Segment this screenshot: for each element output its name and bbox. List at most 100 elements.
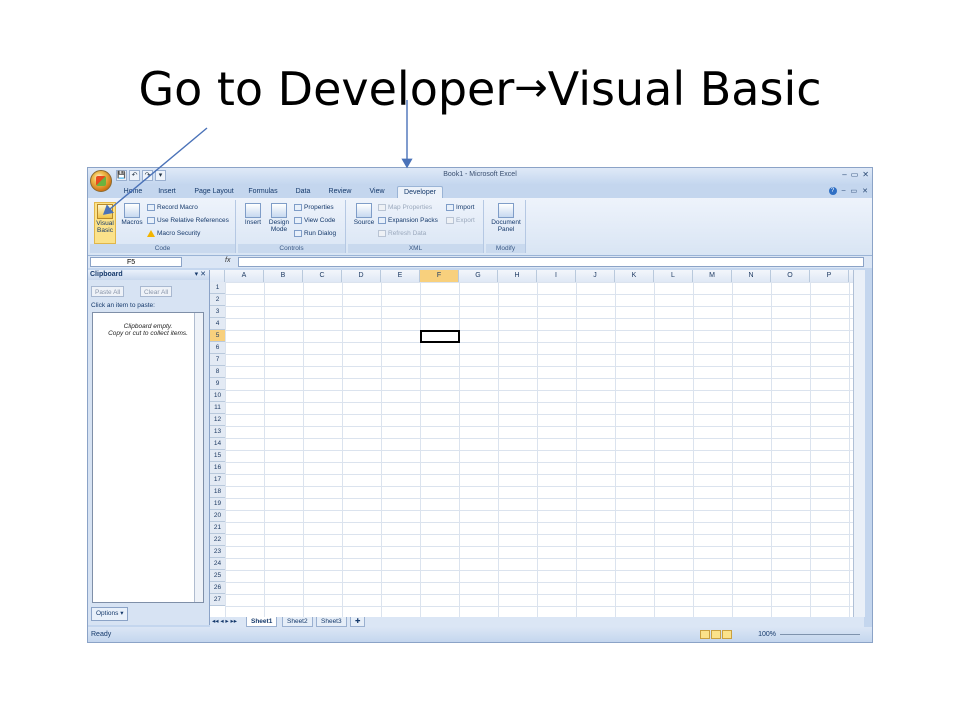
close-icon[interactable]: ✕ <box>862 170 869 179</box>
insert-control-button[interactable]: Insert <box>242 202 264 244</box>
column-header[interactable]: I <box>537 270 576 282</box>
column-header[interactable]: L <box>654 270 693 282</box>
tab-data[interactable]: Data <box>292 186 314 198</box>
expansion-packs-button[interactable]: Expansion Packs <box>378 216 438 226</box>
row-header[interactable]: 13 <box>210 426 225 438</box>
column-header[interactable]: B <box>264 270 303 282</box>
clipboard-items-list[interactable]: Clipboard empty. Copy or cut to collect … <box>92 312 204 603</box>
column-header[interactable]: N <box>732 270 771 282</box>
cell-area[interactable] <box>225 282 853 617</box>
row-header[interactable]: 21 <box>210 522 225 534</box>
redo-icon[interactable]: ↷ <box>142 170 153 181</box>
tab-home[interactable]: Home <box>120 186 146 198</box>
worksheet-grid[interactable]: ABCDEFGHIJKLMNOP 1 2 3 4 5 6 7 8 9 10 11 12 13 14 15 16… <box>210 270 853 617</box>
normal-view-icon[interactable] <box>700 630 710 639</box>
row-header[interactable]: 4 <box>210 318 225 330</box>
vertical-scrollbar[interactable] <box>853 270 865 617</box>
column-header[interactable]: H <box>498 270 537 282</box>
active-cell[interactable] <box>420 330 460 343</box>
document-panel-button[interactable]: Document Panel <box>489 202 523 244</box>
select-all-corner[interactable] <box>210 270 225 282</box>
doc-minimize-icon[interactable]: – <box>842 187 846 195</box>
row-header[interactable]: 14 <box>210 438 225 450</box>
tab-page-layout[interactable]: Page Layout <box>192 186 236 198</box>
clipboard-options-button[interactable]: Options ▾ <box>91 607 129 621</box>
fx-icon[interactable]: fx <box>225 257 230 264</box>
minimize-icon[interactable]: – <box>842 170 846 179</box>
formula-input[interactable] <box>238 257 864 267</box>
tab-review[interactable]: Review <box>326 186 354 198</box>
refresh-data-button[interactable]: Refresh Data <box>378 229 426 239</box>
paste-all-button[interactable]: Paste All <box>91 286 125 297</box>
help-icon[interactable]: ? <box>828 187 837 195</box>
view-buttons[interactable] <box>700 630 732 639</box>
clear-all-button[interactable]: Clear All <box>140 286 173 297</box>
row-header[interactable]: 25 <box>210 570 225 582</box>
map-properties-button[interactable]: Map Properties <box>378 203 432 213</box>
undo-icon[interactable]: ↶ <box>129 170 140 181</box>
office-button[interactable] <box>90 170 112 192</box>
column-header[interactable]: J <box>576 270 615 282</box>
row-header[interactable]: 12 <box>210 414 225 426</box>
row-header[interactable]: 2 <box>210 294 225 306</box>
row-header[interactable]: 23 <box>210 546 225 558</box>
row-header[interactable]: 11 <box>210 402 225 414</box>
column-header[interactable]: E <box>381 270 420 282</box>
row-header[interactable]: 24 <box>210 558 225 570</box>
row-header[interactable]: 27 <box>210 594 225 606</box>
insert-sheet-icon[interactable]: ✚ <box>350 617 366 627</box>
row-header[interactable]: 17 <box>210 474 225 486</box>
doc-restore-icon[interactable]: ▭ <box>851 187 858 195</box>
tab-formulas[interactable]: Formulas <box>246 186 280 198</box>
view-code-button[interactable]: View Code <box>294 216 335 226</box>
page-break-view-icon[interactable] <box>722 630 732 639</box>
column-header[interactable]: P <box>810 270 849 282</box>
source-button[interactable]: Source <box>351 202 377 244</box>
row-header[interactable]: 20 <box>210 510 225 522</box>
column-header[interactable]: G <box>459 270 498 282</box>
column-header[interactable]: K <box>615 270 654 282</box>
row-header[interactable]: 10 <box>210 390 225 402</box>
sheet-nav-icon[interactable]: ◂◂ ◂ ▸ ▸▸ <box>212 617 237 626</box>
row-header[interactable]: 5 <box>210 330 225 342</box>
row-header[interactable]: 19 <box>210 498 225 510</box>
column-header[interactable]: C <box>303 270 342 282</box>
macros-button[interactable]: Macros <box>120 202 144 244</box>
doc-close-icon[interactable]: ✕ <box>862 187 868 195</box>
column-header[interactable]: O <box>771 270 810 282</box>
row-header[interactable]: 16 <box>210 462 225 474</box>
import-button[interactable]: Import <box>446 203 474 213</box>
column-header[interactable]: D <box>342 270 381 282</box>
export-button[interactable]: Export <box>446 216 475 226</box>
name-box[interactable]: F5 <box>90 257 182 267</box>
sheet-tab-sheet2[interactable]: Sheet2 <box>282 617 313 627</box>
macro-security-button[interactable]: Macro Security <box>147 229 200 239</box>
row-header[interactable]: 15 <box>210 450 225 462</box>
record-macro-button[interactable]: Record Macro <box>147 203 198 213</box>
clipboard-scrollbar[interactable] <box>194 313 203 602</box>
sheet-tab-sheet3[interactable]: Sheet3 <box>316 617 347 627</box>
row-header[interactable]: 8 <box>210 366 225 378</box>
restore-icon[interactable]: ▭ <box>851 170 859 179</box>
column-header[interactable]: A <box>225 270 264 282</box>
page-layout-view-icon[interactable] <box>711 630 721 639</box>
zoom-level[interactable]: 100% <box>758 627 776 642</box>
zoom-slider[interactable] <box>780 634 860 635</box>
sheet-tab-sheet1[interactable]: Sheet1 <box>246 617 278 627</box>
row-header[interactable]: 3 <box>210 306 225 318</box>
tab-developer[interactable]: Developer <box>397 186 443 198</box>
row-header[interactable]: 7 <box>210 354 225 366</box>
design-mode-button[interactable]: Design Mode <box>266 202 292 244</box>
tab-view[interactable]: View <box>366 186 388 198</box>
row-header[interactable]: 26 <box>210 582 225 594</box>
save-icon[interactable]: 💾 <box>116 170 127 181</box>
use-relative-references-button[interactable]: Use Relative References <box>147 216 229 226</box>
qat-more-icon[interactable]: ▾ <box>155 170 166 181</box>
tab-insert[interactable]: Insert <box>154 186 180 198</box>
visual-basic-button[interactable]: Visual Basic <box>94 202 116 244</box>
column-header[interactable]: M <box>693 270 732 282</box>
row-header[interactable]: 1 <box>210 282 225 294</box>
row-header[interactable]: 22 <box>210 534 225 546</box>
row-header[interactable]: 9 <box>210 378 225 390</box>
properties-button[interactable]: Properties <box>294 203 334 213</box>
